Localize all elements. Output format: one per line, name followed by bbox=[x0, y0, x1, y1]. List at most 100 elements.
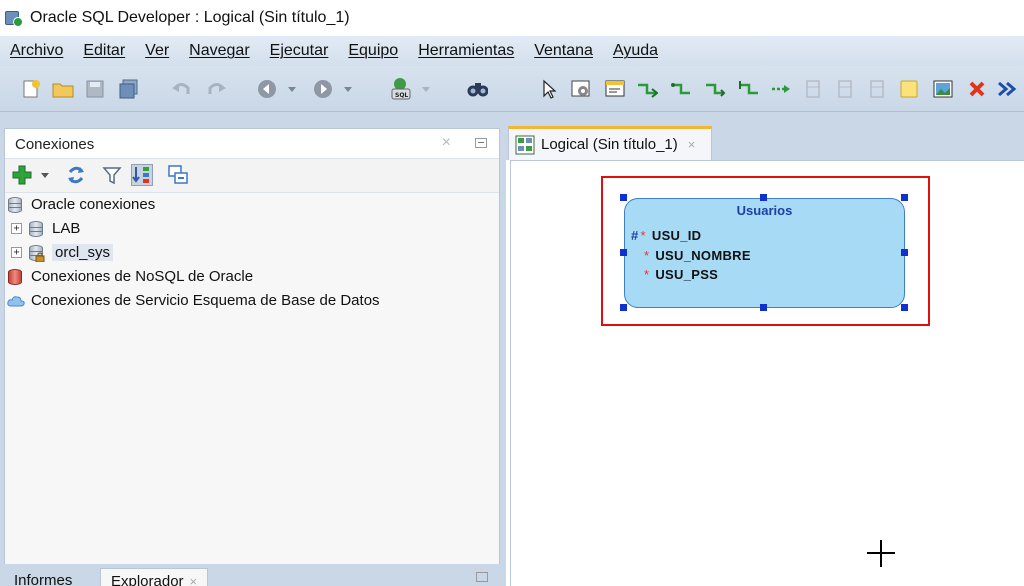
close-icon[interactable]: × bbox=[442, 134, 451, 152]
connections-toolbar bbox=[5, 159, 499, 193]
expand-icon[interactable]: + bbox=[11, 222, 22, 234]
connections-panel-title: Conexiones bbox=[15, 136, 95, 153]
find-icon[interactable] bbox=[466, 78, 488, 100]
more-icon[interactable] bbox=[996, 78, 1018, 100]
connections-panel-header: Conexiones × bbox=[5, 129, 499, 159]
database-icon bbox=[7, 195, 23, 214]
save-all-icon[interactable] bbox=[118, 78, 140, 100]
relationship-4-icon[interactable] bbox=[738, 78, 760, 100]
tab-logical[interactable]: Logical (Sin título_1) × bbox=[508, 126, 712, 160]
filter-icon[interactable] bbox=[101, 164, 123, 186]
new-icon[interactable] bbox=[20, 78, 42, 100]
picture-icon[interactable] bbox=[932, 78, 954, 100]
tab-informes[interactable]: Informes bbox=[4, 568, 82, 586]
sql-dropdown-icon[interactable] bbox=[420, 78, 432, 100]
tree-item-label: Oracle conexiones bbox=[31, 195, 156, 213]
resize-handle[interactable] bbox=[620, 249, 627, 256]
menu-ejecutar[interactable]: Ejecutar bbox=[270, 42, 329, 60]
attribute-name: USU_ID bbox=[651, 228, 702, 243]
arc-icon[interactable] bbox=[770, 78, 792, 100]
tab-explorador[interactable]: Explorador × bbox=[100, 568, 209, 586]
add-dropdown-icon[interactable] bbox=[39, 164, 51, 186]
new-entity-icon[interactable] bbox=[604, 78, 626, 100]
relationship-2-icon[interactable] bbox=[670, 78, 692, 100]
tree-item-label: Conexiones de NoSQL de Oracle bbox=[31, 267, 254, 285]
menu-equipo[interactable]: Equipo bbox=[348, 42, 398, 60]
select-pointer-icon[interactable] bbox=[538, 78, 560, 100]
tree-item-lab[interactable]: + LAB bbox=[11, 217, 80, 239]
forward-dropdown-icon[interactable] bbox=[342, 78, 354, 100]
tree-item-orcl-sys[interactable]: + orcl_sys bbox=[11, 241, 114, 263]
connections-panel: Conexiones × Oracle conexiones + LAB + o… bbox=[4, 128, 500, 570]
close-icon[interactable]: × bbox=[688, 137, 696, 152]
attribute-name: USU_NOMBRE bbox=[655, 248, 751, 263]
database-icon bbox=[28, 219, 44, 238]
editor-tab-strip: Logical (Sin título_1) × bbox=[506, 112, 1024, 160]
menu-herramientas[interactable]: Herramientas bbox=[418, 42, 514, 60]
tree-item-servicio-esquema[interactable]: Conexiones de Servicio Esquema de Base d… bbox=[7, 289, 380, 311]
tree-item-oracle-conexiones[interactable]: Oracle conexiones bbox=[7, 193, 155, 215]
minimize-icon[interactable] bbox=[475, 138, 487, 148]
entity-attribute[interactable]: # * USU_ID bbox=[631, 228, 701, 243]
resize-handle[interactable] bbox=[901, 249, 908, 256]
main-toolbar: SQL bbox=[0, 66, 1024, 112]
attribute-name: USU_PSS bbox=[655, 267, 719, 282]
add-connection-icon[interactable] bbox=[11, 164, 33, 186]
expand-icon[interactable]: + bbox=[11, 246, 22, 258]
menu-archivo[interactable]: Archivo bbox=[10, 42, 63, 60]
entity-properties-icon[interactable] bbox=[570, 78, 592, 100]
resize-handle[interactable] bbox=[901, 194, 908, 201]
schema-browser-icon[interactable] bbox=[131, 164, 153, 186]
svg-text:SQL: SQL bbox=[395, 92, 408, 99]
crosshair-cursor bbox=[867, 552, 895, 554]
note-icon[interactable] bbox=[898, 78, 920, 100]
delete-icon[interactable] bbox=[966, 78, 988, 100]
resize-handle[interactable] bbox=[620, 194, 627, 201]
left-panel-area: Conexiones × Oracle conexiones + LAB + o… bbox=[0, 112, 506, 586]
tree-item-label: orcl_sys bbox=[52, 243, 114, 261]
resize-handle[interactable] bbox=[901, 304, 908, 311]
menu-ventana[interactable]: Ventana bbox=[534, 42, 593, 60]
save-icon[interactable] bbox=[84, 78, 106, 100]
back-icon[interactable] bbox=[256, 78, 278, 100]
resize-handle[interactable] bbox=[620, 304, 627, 311]
sql-worksheet-icon[interactable]: SQL bbox=[388, 78, 414, 100]
entity-attribute[interactable]: * USU_NOMBRE bbox=[644, 248, 751, 263]
entity-title: Usuarios bbox=[736, 203, 793, 218]
primary-key-marker: # bbox=[631, 228, 639, 243]
redo-icon[interactable] bbox=[206, 78, 228, 100]
relationship-3-icon[interactable] bbox=[704, 78, 726, 100]
menu-ver[interactable]: Ver bbox=[145, 42, 169, 60]
minimize-icon[interactable] bbox=[476, 572, 488, 582]
open-icon[interactable] bbox=[52, 78, 74, 100]
mandatory-marker: * bbox=[640, 228, 646, 243]
entity-usuarios[interactable]: Usuarios # * USU_ID * USU_NOMBRE * USU_PSS bbox=[624, 198, 905, 308]
database-lock-icon bbox=[28, 243, 45, 262]
entity-attribute[interactable]: * USU_PSS bbox=[644, 267, 718, 282]
refresh-icon[interactable] bbox=[65, 164, 87, 186]
resize-handle[interactable] bbox=[760, 304, 767, 311]
tree-item-label: Conexiones de Servicio Esquema de Base d… bbox=[31, 291, 380, 309]
close-icon[interactable]: × bbox=[190, 574, 198, 586]
tree-item-label: LAB bbox=[52, 219, 81, 237]
menu-ayuda[interactable]: Ayuda bbox=[613, 42, 658, 60]
table-disabled-3-icon bbox=[866, 78, 888, 100]
table-disabled-1-icon bbox=[802, 78, 824, 100]
menu-bar: Archivo Editar Ver Navegar Ejecutar Equi… bbox=[0, 36, 1024, 66]
cloud-icon bbox=[7, 291, 25, 310]
bottom-tab-strip: Informes Explorador × bbox=[4, 564, 500, 586]
forward-icon[interactable] bbox=[312, 78, 334, 100]
tab-label: Logical (Sin título_1) bbox=[541, 136, 678, 153]
logical-model-icon bbox=[515, 135, 535, 154]
resize-handle[interactable] bbox=[760, 194, 767, 201]
undo-icon[interactable] bbox=[170, 78, 192, 100]
back-dropdown-icon[interactable] bbox=[286, 78, 298, 100]
tree-item-nosql[interactable]: Conexiones de NoSQL de Oracle bbox=[7, 265, 253, 287]
tab-label: Explorador bbox=[111, 573, 184, 586]
menu-editar[interactable]: Editar bbox=[83, 42, 125, 60]
relationship-1-icon[interactable] bbox=[636, 78, 658, 100]
menu-navegar[interactable]: Navegar bbox=[189, 42, 249, 60]
window-title: Oracle SQL Developer : Logical (Sin títu… bbox=[30, 9, 350, 26]
collapse-all-icon[interactable] bbox=[167, 164, 189, 186]
mandatory-marker: * bbox=[644, 267, 650, 282]
